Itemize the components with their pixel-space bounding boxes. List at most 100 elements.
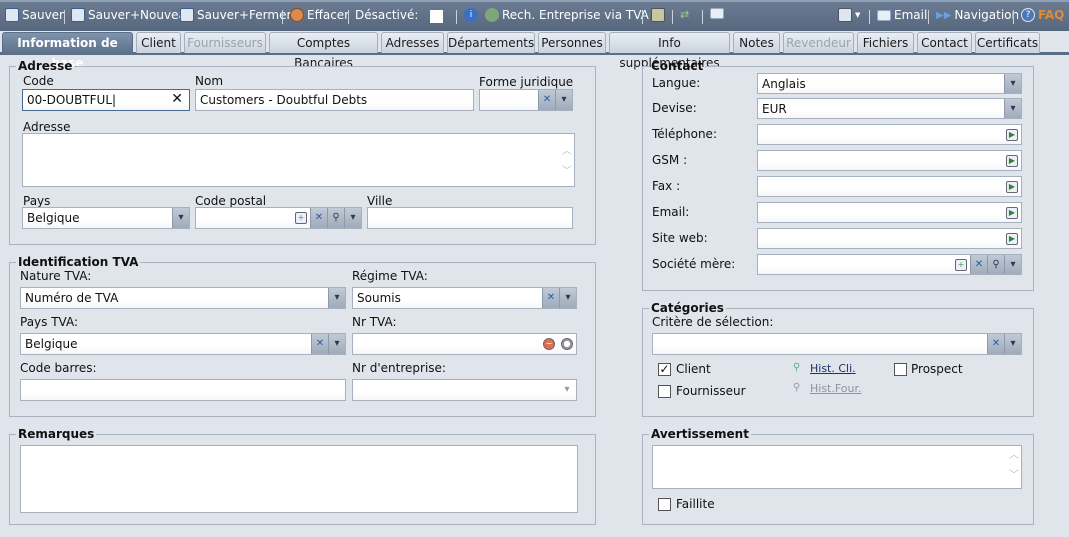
tab-certificats[interactable]: Certificats xyxy=(975,32,1040,53)
tab-adresses[interactable]: Adresses xyxy=(381,32,444,53)
tab-revendeur[interactable]: Revendeur xyxy=(783,32,854,53)
client-checkbox[interactable]: ✓ xyxy=(658,363,671,376)
chevron-down-icon[interactable]: ▾ xyxy=(1004,99,1021,118)
ville-input[interactable] xyxy=(367,207,573,229)
nom-input[interactable]: Customers - Doubtful Debts xyxy=(195,89,474,111)
save-close-button[interactable]: Sauver+Fermer xyxy=(180,8,291,22)
tab-info-supplementaires[interactable]: Info supplémentaires xyxy=(609,32,730,70)
pays-combo[interactable]: Belgique ▾ xyxy=(22,207,190,229)
langue-input[interactable]: Anglais ▾ xyxy=(757,73,1022,94)
hist-four-link[interactable]: Hist.Four. xyxy=(810,382,862,395)
avertissement-textarea[interactable]: ︿ ﹀ xyxy=(652,445,1022,489)
tab-personnes[interactable]: Personnes xyxy=(538,32,606,53)
tab-fichiers[interactable]: Fichiers xyxy=(857,32,914,53)
forme-juridique-label: Forme juridique xyxy=(479,75,574,89)
faillite-label: Faillite xyxy=(676,497,715,511)
chevron-down-icon[interactable]: ▾ xyxy=(328,288,345,308)
adresse-textarea[interactable]: ︿ ﹀ xyxy=(22,133,575,187)
chevron-down-icon[interactable]: ▾ xyxy=(172,208,189,228)
prospect-checkbox[interactable] xyxy=(894,363,907,376)
disabled-checkbox[interactable] xyxy=(430,10,443,23)
tab-fournisseurs[interactable]: Fournisseurs xyxy=(184,32,266,53)
telephone-input[interactable]: ▶ xyxy=(757,124,1022,145)
email-label: Email: xyxy=(652,205,690,219)
scrollbar[interactable]: ︿ ﹀ xyxy=(1009,446,1019,486)
fournisseur-checkbox[interactable] xyxy=(658,385,671,398)
chevron-down-icon[interactable]: ▾ xyxy=(555,90,572,110)
devise-input[interactable]: EUR ▾ xyxy=(757,98,1022,119)
societe-mere-input[interactable]: + ✕ ⚲ ▾ xyxy=(757,254,1022,275)
tab-notes[interactable]: Notes xyxy=(733,32,780,53)
nom-label: Nom xyxy=(195,74,224,88)
arrow-right-icon[interactable]: ▶ xyxy=(1003,229,1021,248)
mail-button[interactable] xyxy=(710,8,724,19)
hist-cli-link[interactable]: Hist. Cli. xyxy=(810,362,856,375)
clear-icon[interactable]: ✕ xyxy=(311,334,328,354)
chevron-down-icon[interactable]: ▾ xyxy=(344,208,361,228)
nature-tva-combo[interactable]: Numéro de TVA ▾ xyxy=(20,287,346,309)
navigation-button[interactable]: ▶▶ Navigation xyxy=(936,8,1019,22)
faq-button[interactable]: ? FAQ xyxy=(1021,8,1064,22)
tab-client[interactable]: Client xyxy=(136,32,181,53)
nr-tva-input[interactable]: − ● xyxy=(352,333,577,355)
forme-juridique-combo[interactable]: ✕ ▾ xyxy=(479,89,573,111)
chevron-down-icon[interactable]: ▾ xyxy=(1004,334,1021,354)
fax-input[interactable]: ▶ xyxy=(757,176,1022,197)
shuffle-icon: ⇄ xyxy=(680,8,690,21)
prospect-label: Prospect xyxy=(911,362,963,376)
remarques-textarea[interactable] xyxy=(20,445,578,513)
chevron-down-icon[interactable]: ▾ xyxy=(558,380,576,400)
info-button[interactable]: i xyxy=(464,8,478,22)
envelope-icon xyxy=(877,9,891,21)
tab-contact[interactable]: Contact xyxy=(917,32,972,53)
gsm-input[interactable]: ▶ xyxy=(757,150,1022,171)
report-menu-button[interactable]: ▼ xyxy=(838,8,860,22)
shuffle-button[interactable]: ⇄ xyxy=(680,8,694,22)
save-new-button[interactable]: Sauver+Nouveau xyxy=(71,8,193,22)
add-icon[interactable]: + xyxy=(292,208,310,228)
clear-icon[interactable]: ✕ xyxy=(987,334,1004,354)
chevron-down-icon[interactable]: ▾ xyxy=(559,288,576,308)
minus-icon[interactable]: − xyxy=(540,334,558,354)
delete-button[interactable]: Effacer xyxy=(290,8,349,22)
code-postal-input[interactable]: + ✕ ⚲ ▾ xyxy=(195,207,362,229)
pays-tva-combo[interactable]: Belgique ✕ ▾ xyxy=(20,333,346,355)
tab-information-de-base[interactable]: Information de base xyxy=(2,32,133,70)
globe-icon[interactable]: ● xyxy=(558,334,576,354)
chevron-down-icon[interactable]: ▾ xyxy=(328,334,345,354)
nr-entreprise-input[interactable]: ▾ xyxy=(352,379,577,401)
arrow-right-icon[interactable]: ▶ xyxy=(1003,151,1021,170)
arrow-right-icon[interactable]: ▶ xyxy=(1003,177,1021,196)
email-input[interactable]: ▶ xyxy=(757,202,1022,223)
search-icon[interactable]: ⚲ xyxy=(327,208,344,228)
globe-icon xyxy=(485,8,499,22)
critere-label: Critère de sélection: xyxy=(652,315,774,329)
map-button[interactable] xyxy=(651,8,665,22)
clear-icon[interactable]: ✕ xyxy=(538,90,555,110)
scrollbar[interactable]: ︿ ﹀ xyxy=(562,142,572,182)
faillite-checkbox[interactable] xyxy=(658,498,671,511)
tab-departements[interactable]: Départements xyxy=(447,32,535,53)
regime-tva-combo[interactable]: Soumis ✕ ▾ xyxy=(352,287,577,309)
email-button[interactable]: Email xyxy=(877,8,927,22)
code-input[interactable]: 00-DOUBTFUL| ✕ xyxy=(22,89,190,111)
tab-comptes-bancaires[interactable]: Comptes Bancaires xyxy=(269,32,378,70)
clear-icon[interactable]: ✕ xyxy=(171,91,183,107)
chevron-down-icon[interactable]: ▾ xyxy=(1004,74,1021,93)
chevron-down-icon[interactable]: ▾ xyxy=(1004,255,1021,274)
site-web-input[interactable]: ▶ xyxy=(757,228,1022,249)
code-barres-input[interactable] xyxy=(20,379,346,401)
clear-icon[interactable]: ✕ xyxy=(310,208,327,228)
arrow-right-icon[interactable]: ▶ xyxy=(1003,203,1021,222)
critere-combo[interactable]: ✕ ▾ xyxy=(652,333,1022,355)
save-button[interactable]: Sauver xyxy=(5,8,64,22)
arrow-right-icon[interactable]: ▶ xyxy=(1003,125,1021,144)
clear-icon[interactable]: ✕ xyxy=(970,255,987,274)
client-label: Client xyxy=(676,362,711,376)
help-icon: ? xyxy=(1021,8,1035,22)
add-icon[interactable]: + xyxy=(952,255,970,274)
clear-icon[interactable]: ✕ xyxy=(542,288,559,308)
minus-circle-icon xyxy=(290,8,304,22)
search-icon[interactable]: ⚲ xyxy=(987,255,1004,274)
vat-search-button[interactable]: Rech. Entreprise via TVA▼ xyxy=(485,8,657,22)
